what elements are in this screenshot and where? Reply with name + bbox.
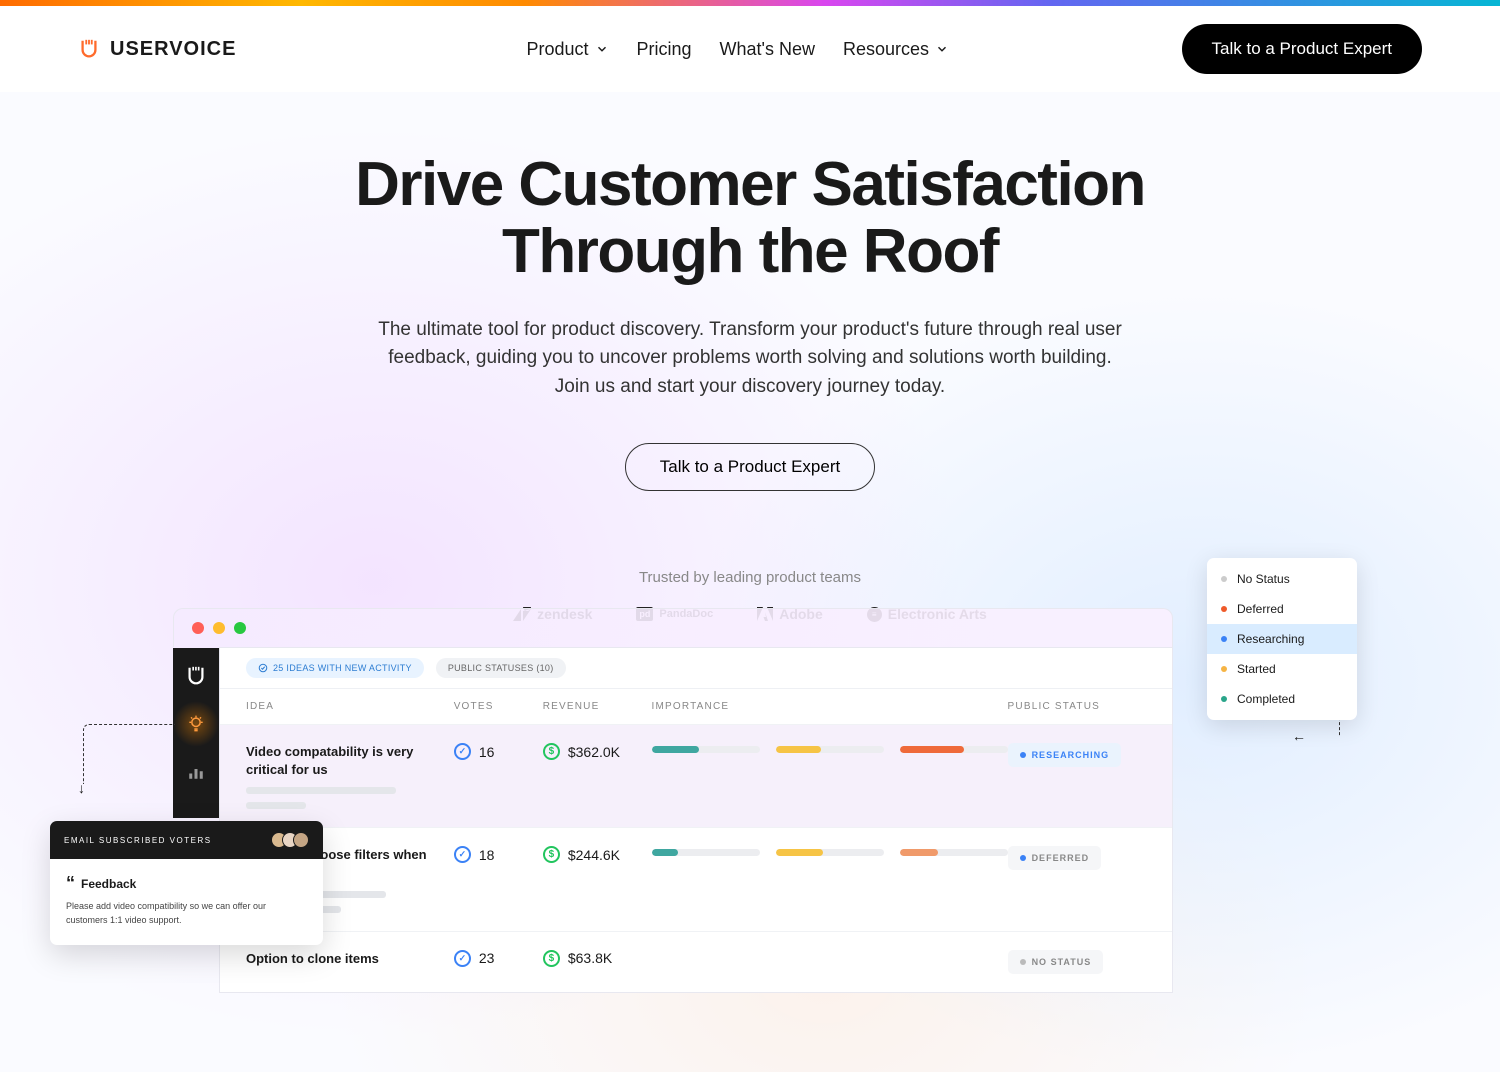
minimize-dot xyxy=(213,622,225,634)
importance-bar xyxy=(900,849,1008,856)
product-mockup: 25 IDEAS WITH NEW ACTIVITY PUBLIC STATUS… xyxy=(173,608,1173,993)
status-menu-item[interactable]: Deferred xyxy=(1207,594,1357,624)
votes-cell: ✓18 xyxy=(454,846,543,863)
status-menu-item[interactable]: Started xyxy=(1207,654,1357,684)
statuses-filter-pill[interactable]: PUBLIC STATUSES (10) xyxy=(436,658,566,678)
status-cell[interactable]: NO STATUS xyxy=(1008,950,1146,974)
status-cell[interactable]: DEFERRED xyxy=(1008,846,1146,870)
lightbulb-icon[interactable] xyxy=(173,701,219,747)
importance-bar xyxy=(652,746,760,753)
ideas-table: 25 IDEAS WITH NEW ACTIVITY PUBLIC STATUS… xyxy=(219,647,1173,993)
nav-resources[interactable]: Resources xyxy=(843,39,949,60)
filters-row: 25 IDEAS WITH NEW ACTIVITY PUBLIC STATUS… xyxy=(220,648,1172,689)
chart-icon[interactable] xyxy=(184,760,208,784)
sidebar-logo-icon[interactable] xyxy=(184,664,208,688)
arrow-head-icon: ← xyxy=(1292,728,1306,744)
talk-to-expert-button[interactable]: Talk to a Product Expert xyxy=(1182,24,1422,74)
header-revenue: REVENUE xyxy=(543,701,652,712)
idea-cell: Video compatability is very critical for… xyxy=(246,743,454,809)
feedback-popup: EMAIL SUBSCRIBED VOTERS “Feedback Please… xyxy=(50,821,323,945)
header-status: PUBLIC STATUS xyxy=(1008,701,1146,712)
hero-subtitle: The ultimate tool for product discovery.… xyxy=(370,316,1130,402)
nav-whats-new[interactable]: What's New xyxy=(720,39,815,60)
brand-name: USERVOICE xyxy=(110,38,236,61)
revenue-icon: $ xyxy=(543,743,560,760)
importance-bar xyxy=(652,849,760,856)
votes-icon: ✓ xyxy=(454,950,471,967)
importance-cell xyxy=(652,950,1008,953)
arrow-head-icon: ↓ xyxy=(78,780,85,796)
votes-cell: ✓16 xyxy=(454,743,543,760)
voter-avatars xyxy=(276,832,309,848)
table-header: IDEA VOTES REVENUE IMPORTANCE PUBLIC STA… xyxy=(220,689,1172,724)
activity-filter-pill[interactable]: 25 IDEAS WITH NEW ACTIVITY xyxy=(246,658,424,678)
status-dot xyxy=(1221,636,1227,642)
status-menu-item[interactable]: Completed xyxy=(1207,684,1357,714)
importance-cell xyxy=(652,743,1008,753)
main-nav: Product Pricing What's New Resources xyxy=(526,39,949,60)
votes-icon: ✓ xyxy=(454,846,471,863)
header-votes: VOTES xyxy=(454,701,543,712)
quote-icon: “ xyxy=(66,873,75,894)
maximize-dot xyxy=(234,622,246,634)
hero-title: Drive Customer SatisfactionThrough the R… xyxy=(0,152,1500,286)
status-dot xyxy=(1221,606,1227,612)
annotation-arrow xyxy=(83,724,175,784)
revenue-icon: $ xyxy=(543,846,560,863)
feedback-title: “Feedback xyxy=(66,873,307,894)
status-dot xyxy=(1221,576,1227,582)
votes-icon: ✓ xyxy=(454,743,471,760)
revenue-cell: $$63.8K xyxy=(543,950,652,967)
status-cell[interactable]: RESEARCHING xyxy=(1008,743,1146,767)
status-menu-item[interactable]: Researching xyxy=(1207,624,1357,654)
importance-bar xyxy=(776,849,884,856)
table-row[interactable]: Option to clone items ✓23 $$63.8K NO STA… xyxy=(220,931,1172,992)
importance-bar xyxy=(900,746,1008,753)
app-sidebar xyxy=(173,648,219,818)
status-dot xyxy=(1221,666,1227,672)
idea-cell: Option to clone items xyxy=(246,950,454,968)
close-dot xyxy=(192,622,204,634)
chevron-down-icon xyxy=(595,42,609,56)
logo[interactable]: USERVOICE xyxy=(78,38,236,61)
hero-cta-button[interactable]: Talk to a Product Expert xyxy=(625,443,875,491)
feedback-body-text: Please add video compatibility so we can… xyxy=(66,900,307,927)
table-row[interactable]: Ability to choose filters when searching… xyxy=(220,827,1172,930)
revenue-cell: $$244.6K xyxy=(543,846,652,863)
table-row[interactable]: Video compatability is very critical for… xyxy=(220,724,1172,827)
chevron-down-icon xyxy=(935,42,949,56)
window-controls xyxy=(173,608,1173,647)
importance-cell xyxy=(652,846,1008,856)
status-dropdown-menu: No StatusDeferredResearchingStartedCompl… xyxy=(1207,558,1357,720)
uservoice-logo-icon xyxy=(78,38,100,60)
status-dot xyxy=(1221,696,1227,702)
feedback-popup-header: EMAIL SUBSCRIBED VOTERS xyxy=(50,821,323,859)
votes-cell: ✓23 xyxy=(454,950,543,967)
revenue-icon: $ xyxy=(543,950,560,967)
nav-product[interactable]: Product xyxy=(526,39,608,60)
header-importance: IMPORTANCE xyxy=(652,701,1008,712)
revenue-cell: $$362.0K xyxy=(543,743,652,760)
status-menu-item[interactable]: No Status xyxy=(1207,564,1357,594)
site-header: USERVOICE Product Pricing What's New Res… xyxy=(0,6,1500,92)
nav-pricing[interactable]: Pricing xyxy=(637,39,692,60)
check-circle-icon xyxy=(258,663,268,673)
importance-bar xyxy=(776,746,884,753)
header-idea: IDEA xyxy=(246,701,454,712)
